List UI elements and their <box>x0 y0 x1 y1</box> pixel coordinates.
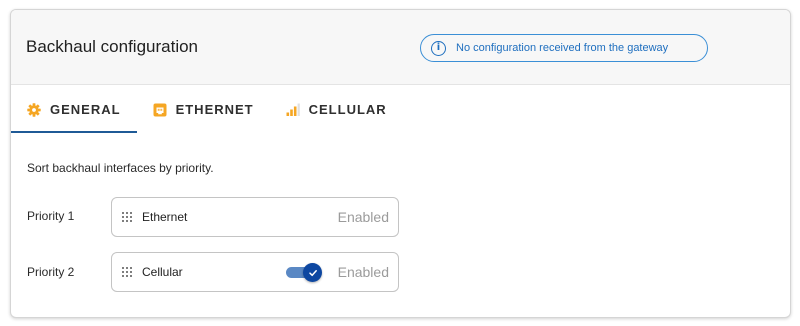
tab-label: GENERAL <box>50 102 121 117</box>
signal-bars-icon <box>286 103 300 117</box>
interface-name: Ethernet <box>142 210 188 224</box>
cellular-enable-toggle[interactable] <box>286 263 324 282</box>
tab-bar: GENERAL ETHERNET CELLULAR <box>11 86 790 133</box>
interface-name: Cellular <box>142 265 183 279</box>
priority-1-item[interactable]: Ethernet Enabled <box>111 197 399 237</box>
info-message: No configuration received from the gatew… <box>456 42 669 54</box>
tab-general[interactable]: GENERAL <box>11 86 137 133</box>
interface-status: Enabled <box>337 264 389 280</box>
tab-cellular[interactable]: CELLULAR <box>270 86 403 133</box>
gear-icon <box>27 102 41 117</box>
backhaul-config-card: Backhaul configuration i No configuratio… <box>10 9 791 318</box>
info-icon: i <box>431 40 446 56</box>
interface-status: Enabled <box>337 209 389 225</box>
tab-ethernet[interactable]: ETHERNET <box>137 86 270 133</box>
tab-label: ETHERNET <box>175 102 254 117</box>
check-icon <box>303 263 322 282</box>
page-title: Backhaul configuration <box>26 37 199 56</box>
priority-2-label: Priority 2 <box>27 265 75 279</box>
tab-label: CELLULAR <box>308 102 387 117</box>
drag-handle-icon[interactable] <box>122 267 132 277</box>
ethernet-port-icon <box>153 103 167 117</box>
priority-hint: Sort backhaul interfaces by priority. <box>27 161 214 175</box>
info-banner: i No configuration received from the gat… <box>420 34 708 62</box>
card-header: Backhaul configuration i No configuratio… <box>11 10 790 85</box>
priority-1-label: Priority 1 <box>27 209 75 223</box>
priority-2-item[interactable]: Cellular Enabled <box>111 252 399 292</box>
drag-handle-icon[interactable] <box>122 212 132 222</box>
